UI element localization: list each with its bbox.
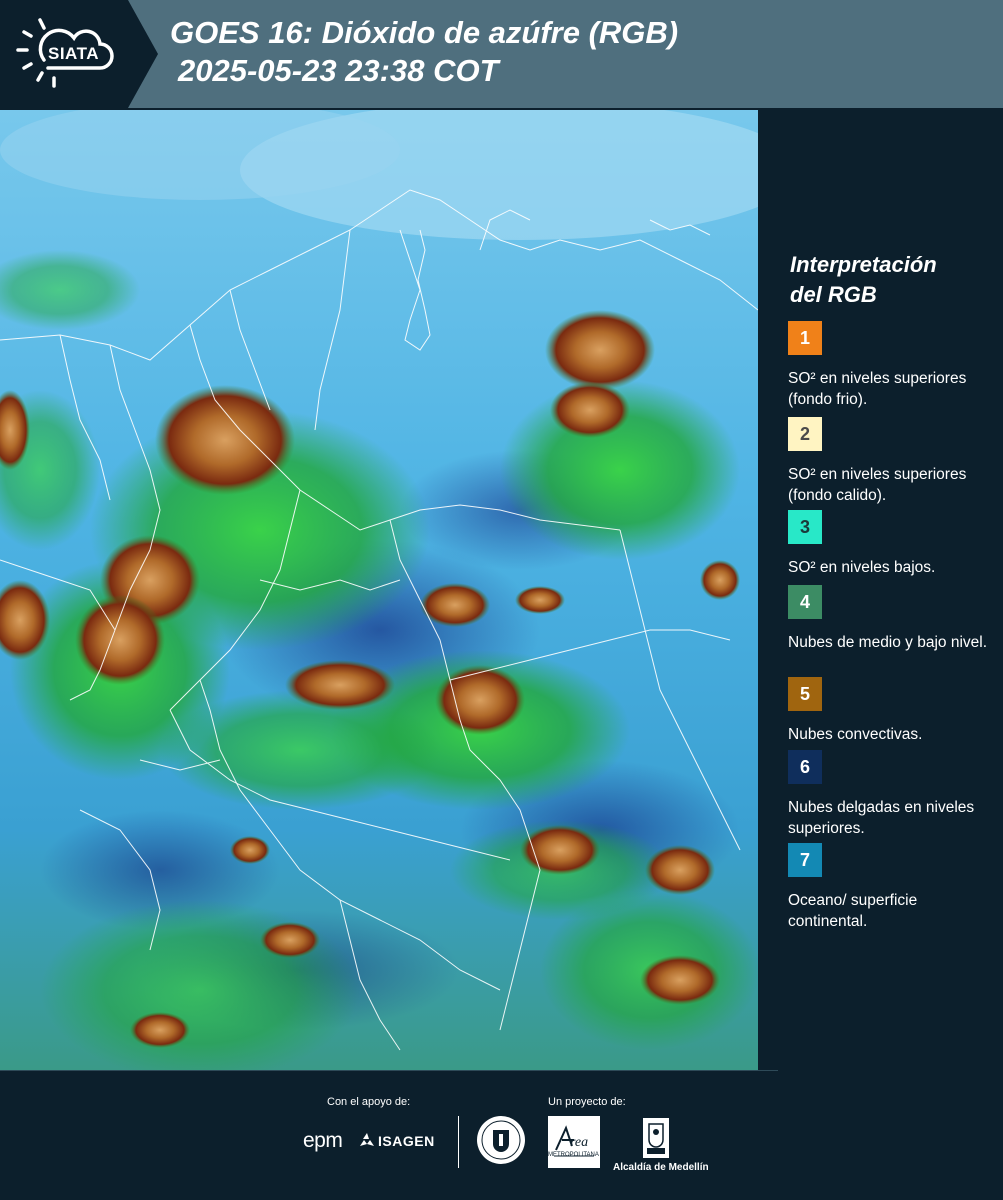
legend-item-1: 1 SO² en niveles superiores (fondo frio)…	[788, 321, 988, 410]
legend-label-3: SO² en niveles bajos.	[788, 559, 936, 576]
satellite-map	[0, 110, 758, 1070]
legend-swatch-5: 5	[788, 677, 822, 711]
legend-swatch-6: 6	[788, 750, 822, 784]
legend-label-2: SO² en niveles superiores (fondo calido)…	[788, 466, 967, 504]
footer: Con el apoyo de: Un proyecto de: epm ISA…	[0, 1070, 1003, 1200]
legend-item-7: 7 Oceano/ superficie continental.	[788, 843, 988, 932]
siata-logo: SIATA	[0, 0, 158, 108]
page-title: GOES 16: Dióxido de azúfre (RGB) 2025-05…	[170, 14, 678, 90]
legend-swatch-2: 2	[788, 417, 822, 451]
project-label: Un proyecto de:	[548, 1096, 626, 1108]
alcaldia-shield-icon	[643, 1118, 669, 1158]
legend-label-6: Nubes delgadas en niveles superiores.	[788, 799, 975, 837]
isagen-logo: ISAGEN	[378, 1133, 435, 1149]
footer-divider-line	[0, 1070, 778, 1071]
legend-item-5: 5 Nubes convectivas.	[788, 677, 988, 745]
legend-title: Interpretación del RGB	[790, 250, 990, 310]
title-timestamp: 2025-05-23 23:38 COT	[178, 53, 499, 88]
legend-label-4: Nubes de medio y bajo nivel.	[788, 634, 988, 651]
title-product: GOES 16: Dióxido de azúfre (RGB)	[170, 15, 679, 50]
legend-title-line2: del RGB	[790, 282, 877, 307]
legend-item-4: 4 Nubes de medio y bajo nivel.	[788, 585, 988, 653]
isagen-icon	[360, 1133, 374, 1146]
legend-swatch-7: 7	[788, 843, 822, 877]
legend-item-2: 2 SO² en niveles superiores (fondo calid…	[788, 417, 988, 506]
svg-text:rea: rea	[570, 1135, 588, 1150]
legend-swatch-4: 4	[788, 585, 822, 619]
legend-label-7: Oceano/ superficie continental.	[788, 892, 918, 930]
support-label: Con el apoyo de:	[327, 1096, 411, 1108]
legend-swatch-3: 3	[788, 510, 822, 544]
area-metropolitana-label: METROPOLITANA	[548, 1152, 599, 1158]
area-metropolitana-logo: rea	[548, 1116, 600, 1168]
legend-item-3: 3 SO² en niveles bajos.	[788, 510, 988, 578]
legend-panel: Interpretación del RGB 1 SO² en niveles …	[758, 108, 1003, 1070]
medellin-seal-icon	[477, 1116, 525, 1164]
logo-divider	[458, 1116, 459, 1168]
header-bar: SIATA GOES 16: Dióxido de azúfre (RGB) 2…	[0, 0, 1003, 108]
legend-swatch-1: 1	[788, 321, 822, 355]
legend-label-1: SO² en niveles superiores (fondo frio).	[788, 370, 967, 408]
legend-item-6: 6 Nubes delgadas en niveles superiores.	[788, 750, 988, 839]
alcaldia-label: Alcaldía de Medellín	[613, 1162, 709, 1173]
siata-logo-text: SIATA	[48, 44, 99, 63]
epm-logo: epm	[303, 1129, 343, 1152]
legend-label-5: Nubes convectivas.	[788, 726, 923, 743]
legend-title-line1: Interpretación	[790, 252, 937, 277]
